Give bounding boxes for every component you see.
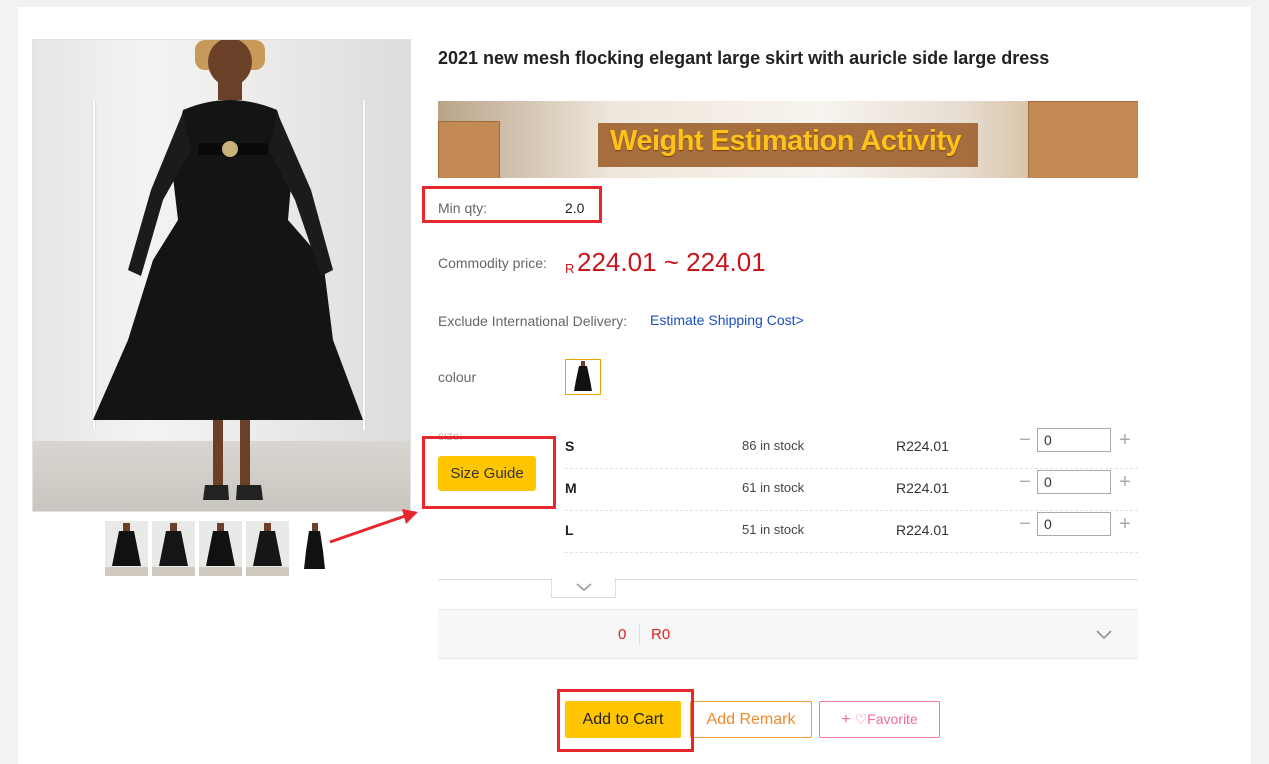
size-price: R224.01 bbox=[896, 480, 949, 496]
quantity-input[interactable] bbox=[1037, 470, 1111, 494]
increment-button[interactable]: + bbox=[1115, 470, 1135, 494]
add-remark-button[interactable]: Add Remark bbox=[690, 701, 812, 738]
thumbnail-4[interactable] bbox=[246, 521, 289, 576]
dress-figure bbox=[93, 40, 363, 500]
banner-text: Weight Estimation Activity bbox=[610, 125, 962, 157]
section-divider bbox=[438, 579, 1138, 580]
size-price: R224.01 bbox=[896, 522, 949, 538]
summary-separator bbox=[639, 624, 640, 644]
weight-estimation-banner[interactable]: Weight Estimation Activity bbox=[438, 101, 1138, 178]
estimate-shipping-link[interactable]: Estimate Shipping Cost> bbox=[650, 312, 804, 328]
expand-sizes-toggle[interactable] bbox=[551, 578, 616, 598]
highlight-min-qty bbox=[422, 186, 602, 223]
thumbnail-3[interactable] bbox=[199, 521, 242, 576]
summary-amount: R0 bbox=[651, 626, 671, 643]
size-row-s: S 86 in stock R224.01 − + bbox=[565, 426, 1138, 469]
size-stock: 86 in stock bbox=[742, 438, 805, 453]
thumbnail-5[interactable] bbox=[293, 521, 336, 576]
quantity-input[interactable] bbox=[1037, 428, 1111, 452]
price-range: 224.01 ~ 224.01 bbox=[577, 247, 766, 277]
colour-swatch-black[interactable] bbox=[565, 359, 601, 395]
favorite-label: ♡Favorite bbox=[854, 710, 918, 727]
main-product-image bbox=[32, 39, 411, 512]
size-stock: 61 in stock bbox=[742, 480, 805, 495]
product-title: 2021 new mesh flocking elegant large ski… bbox=[438, 48, 1050, 68]
increment-button[interactable]: + bbox=[1115, 428, 1135, 452]
highlight-add-to-cart bbox=[557, 689, 694, 752]
increment-button[interactable]: + bbox=[1115, 512, 1135, 536]
thumbnail-2[interactable] bbox=[152, 521, 195, 576]
quantity-input[interactable] bbox=[1037, 512, 1111, 536]
size-name: M bbox=[565, 480, 577, 496]
size-row-m: M 61 in stock R224.01 − + bbox=[565, 468, 1138, 511]
price-currency: R bbox=[565, 261, 575, 276]
colour-label: colour bbox=[438, 369, 477, 385]
swatch-dress-image bbox=[574, 361, 592, 391]
banner-box bbox=[1028, 101, 1138, 178]
chevron-down-icon[interactable] bbox=[1094, 624, 1114, 644]
size-name: L bbox=[565, 522, 574, 538]
plus-icon: + bbox=[841, 710, 851, 728]
delivery-label: Exclude International Delivery: bbox=[438, 313, 628, 329]
chevron-down-icon bbox=[576, 583, 592, 591]
decrement-button[interactable]: − bbox=[1015, 512, 1035, 536]
size-stock: 51 in stock bbox=[742, 522, 805, 537]
thumbnail-strip bbox=[105, 521, 336, 576]
price-label: Commodity price: bbox=[438, 255, 547, 271]
favorite-button[interactable]: + ♡Favorite bbox=[819, 701, 940, 738]
highlight-size-guide bbox=[422, 436, 556, 509]
size-row-l: L 51 in stock R224.01 − + bbox=[565, 510, 1138, 553]
thumbnail-1[interactable] bbox=[105, 521, 148, 576]
decrement-button[interactable]: − bbox=[1015, 470, 1035, 494]
size-price: R224.01 bbox=[896, 438, 949, 454]
order-summary-bar: 0 R0 bbox=[438, 609, 1138, 659]
decrement-button[interactable]: − bbox=[1015, 428, 1035, 452]
size-name: S bbox=[565, 438, 575, 454]
banner-box bbox=[438, 121, 500, 178]
summary-quantity: 0 bbox=[618, 626, 627, 643]
